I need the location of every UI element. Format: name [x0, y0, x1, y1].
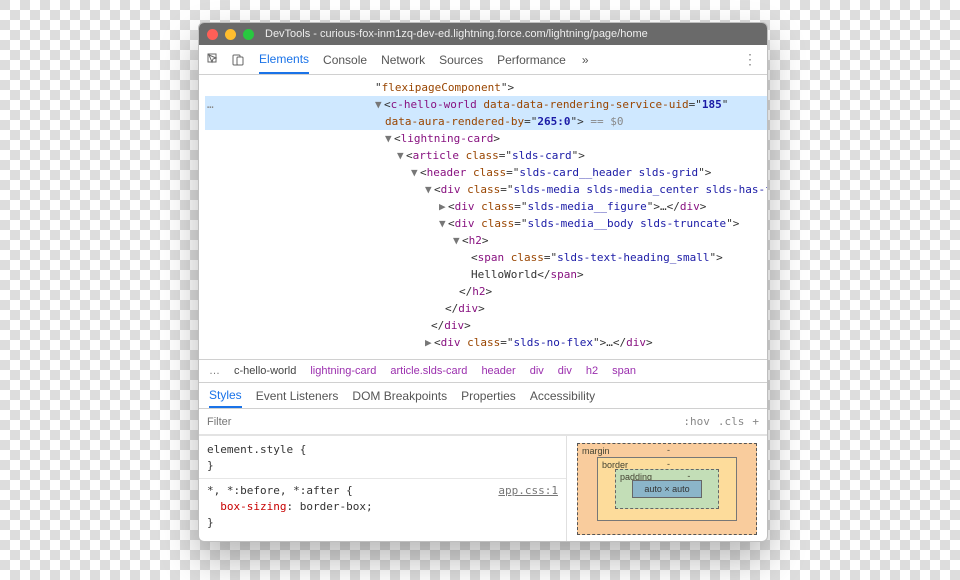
- subtab-properties[interactable]: Properties: [461, 389, 516, 403]
- subtab-event-listeners[interactable]: Event Listeners: [256, 389, 339, 403]
- breadcrumb-item[interactable]: header: [481, 365, 515, 377]
- styles-filter-row: :hov .cls +: [199, 409, 767, 435]
- devtools-window: DevTools - curious-fox-inm1zq-dev-ed.lig…: [198, 22, 768, 542]
- box-model[interactable]: margin- border- padding- auto × auto: [567, 436, 767, 541]
- main-toolbar: Elements Console Network Sources Perform…: [199, 45, 767, 75]
- breadcrumb-ellipsis[interactable]: …: [209, 365, 220, 377]
- device-icon[interactable]: [229, 51, 247, 69]
- subtab-accessibility[interactable]: Accessibility: [530, 389, 595, 403]
- titlebar[interactable]: DevTools - curious-fox-inm1zq-dev-ed.lig…: [199, 23, 767, 45]
- styles-filter-input[interactable]: [207, 416, 675, 428]
- breadcrumb-item[interactable]: article.slds-card: [390, 365, 467, 377]
- inspect-icon[interactable]: [205, 51, 223, 69]
- minimize-dot-icon[interactable]: [225, 29, 236, 40]
- style-source-link[interactable]: app.css:1: [498, 483, 558, 499]
- style-selector: element.style {: [207, 442, 558, 458]
- kebab-menu-icon[interactable]: ⋮: [739, 51, 761, 68]
- tab-performance[interactable]: Performance: [497, 45, 566, 74]
- expand-icon[interactable]: ▼: [375, 96, 384, 113]
- zoom-dot-icon[interactable]: [243, 29, 254, 40]
- breadcrumb-item[interactable]: div: [530, 365, 544, 377]
- panel-tabs: Elements Console Network Sources Perform…: [259, 45, 589, 74]
- styles-panel: element.style { } *, *:before, *:after {…: [199, 435, 767, 541]
- tab-console[interactable]: Console: [323, 45, 367, 74]
- tree-ellipsis[interactable]: …: [207, 96, 214, 113]
- styles-tabs: Styles Event Listeners DOM Breakpoints P…: [199, 383, 767, 409]
- window-title: DevTools - curious-fox-inm1zq-dev-ed.lig…: [265, 28, 648, 40]
- tabs-overflow-icon[interactable]: »: [582, 45, 589, 74]
- breadcrumb-item[interactable]: h2: [586, 365, 598, 377]
- new-rule-button[interactable]: +: [752, 415, 759, 428]
- style-selector: *, *:before, *:after {: [207, 484, 353, 497]
- breadcrumb-item[interactable]: div: [558, 365, 572, 377]
- breadcrumb-item[interactable]: c-hello-world: [234, 365, 296, 377]
- styles-list[interactable]: element.style { } *, *:before, *:after {…: [199, 436, 567, 541]
- subtab-dom-breakpoints[interactable]: DOM Breakpoints: [352, 389, 447, 403]
- breadcrumb-item[interactable]: span: [612, 365, 636, 377]
- dom-tree[interactable]: "flexipageComponent"> … ▼<c-hello-world …: [199, 75, 767, 359]
- tab-network[interactable]: Network: [381, 45, 425, 74]
- tab-sources[interactable]: Sources: [439, 45, 483, 74]
- close-dot-icon[interactable]: [207, 29, 218, 40]
- subtab-styles[interactable]: Styles: [209, 383, 242, 408]
- hov-toggle[interactable]: :hov: [683, 415, 710, 428]
- box-content: auto × auto: [632, 480, 702, 498]
- breadcrumb-item[interactable]: lightning-card: [310, 365, 376, 377]
- tab-elements[interactable]: Elements: [259, 45, 309, 74]
- cls-toggle[interactable]: .cls: [718, 415, 745, 428]
- dom-text: flexipageComponent: [382, 81, 501, 94]
- breadcrumb-bar[interactable]: … c-hello-world lightning-card article.s…: [199, 359, 767, 383]
